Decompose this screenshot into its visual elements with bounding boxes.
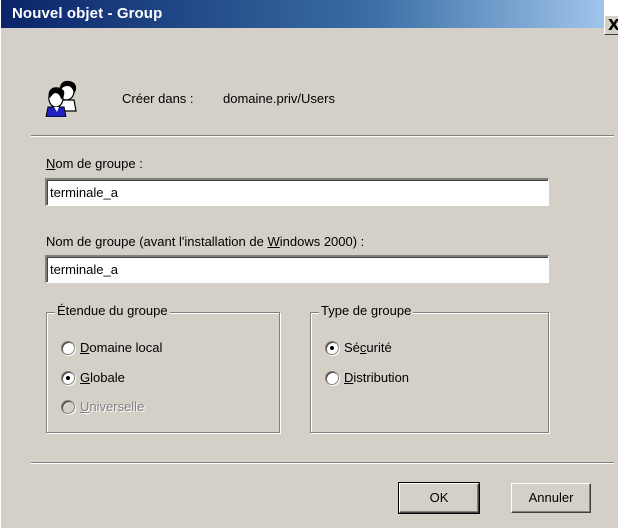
ok-button[interactable]: OK — [398, 482, 480, 514]
close-button[interactable]: X — [604, 15, 618, 35]
create-in-path: domaine.priv/Users — [223, 91, 335, 106]
group-name-input[interactable]: terminale_a — [45, 178, 549, 206]
footer-separator — [31, 462, 614, 464]
group-type-legend: Type de groupe — [319, 303, 414, 318]
scope-global-radio[interactable] — [61, 371, 75, 385]
create-in-label: Créer dans : — [122, 91, 194, 106]
scope-global-label: Globale — [80, 370, 125, 385]
title-bar-edge — [604, 0, 618, 15]
close-icon: X — [608, 16, 618, 34]
group-scope-legend: Étendue du groupe — [55, 303, 170, 318]
group-scope-box: Étendue du groupe Domaine local Globale … — [46, 303, 280, 433]
scope-universal-radio — [61, 400, 75, 414]
window-title: Nouvel objet - Group — [12, 5, 163, 22]
type-security-label: Sécurité — [344, 340, 392, 355]
scope-universal-label: Universelle — [80, 399, 145, 414]
group-name-pre2000-input[interactable]: terminale_a — [45, 255, 549, 283]
cancel-button[interactable]: Annuler — [511, 483, 591, 513]
type-distribution-radio[interactable] — [325, 371, 339, 385]
group-type-box: Type de groupe Sécurité Distribution — [310, 303, 549, 433]
type-distribution-label: Distribution — [344, 370, 410, 385]
group-name-pre2000-label: Nom de groupe (avant l'installation de W… — [46, 234, 365, 249]
scope-domain-local-radio[interactable] — [61, 341, 75, 355]
type-security-radio[interactable] — [325, 341, 339, 355]
group-users-icon — [45, 77, 89, 118]
scope-domain-local-label: Domaine local — [80, 340, 163, 355]
group-name-label: Nom de groupe : — [46, 156, 143, 171]
header-separator — [31, 135, 614, 137]
new-object-group-dialog: Nouvel objet - Group X Créer dans : doma… — [0, 0, 618, 528]
title-bar[interactable]: Nouvel objet - Group — [1, 0, 618, 28]
